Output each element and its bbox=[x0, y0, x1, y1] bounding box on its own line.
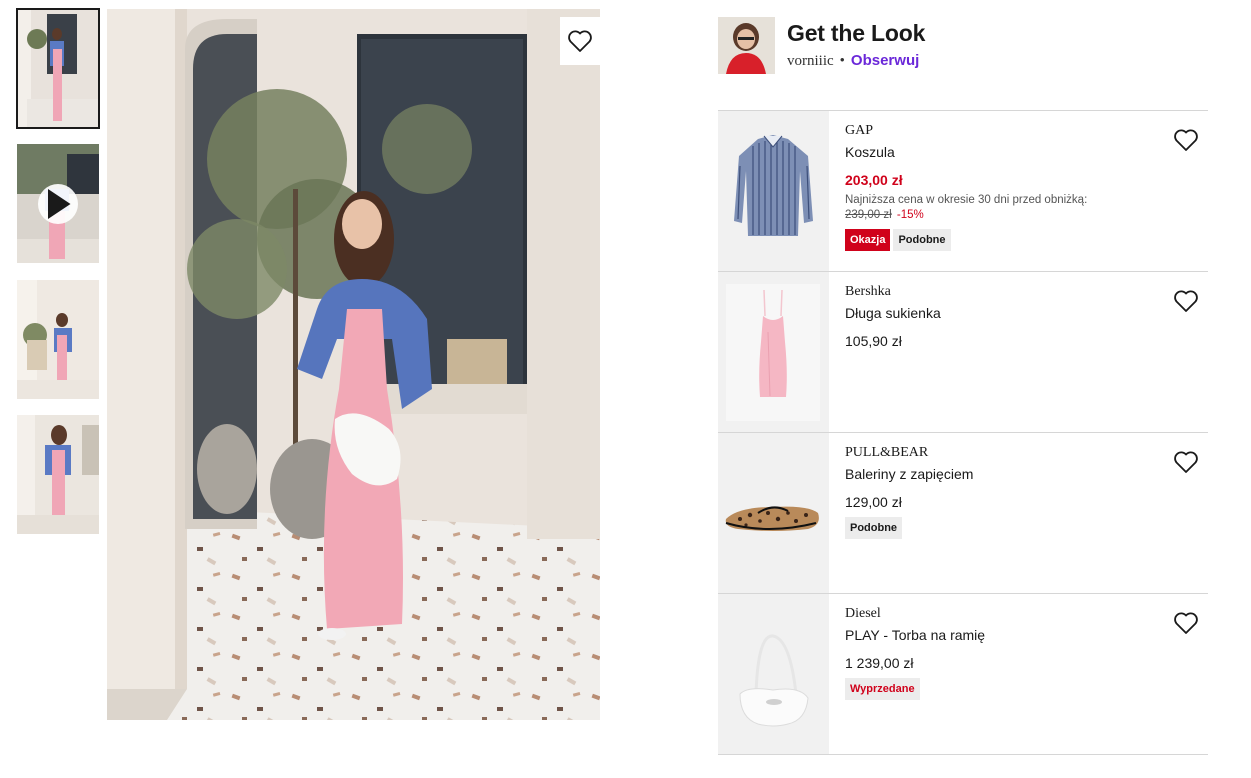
look-title: Get the Look bbox=[787, 20, 926, 46]
main-wishlist-button[interactable] bbox=[560, 17, 600, 65]
product-name[interactable]: Koszula bbox=[845, 143, 1145, 161]
old-price: 239,00 zł bbox=[845, 209, 892, 221]
separator-dot: • bbox=[839, 53, 845, 69]
thumbnail-2-video[interactable] bbox=[17, 144, 99, 263]
product-card: GAP Koszula 203,00 zł Najniższa cena w o… bbox=[718, 111, 1208, 272]
product-info: GAP Koszula 203,00 zł Najniższa cena w o… bbox=[845, 122, 1145, 251]
pink-dress-image bbox=[718, 272, 829, 432]
avatar-image bbox=[718, 17, 775, 74]
leopard-flats-image bbox=[718, 433, 829, 593]
product-list: GAP Koszula 203,00 zł Najniższa cena w o… bbox=[718, 110, 1208, 755]
product-price: 1 239,00 zł bbox=[845, 655, 914, 671]
product-image[interactable] bbox=[718, 433, 829, 593]
okazja-badge: Okazja bbox=[845, 229, 891, 251]
play-button[interactable] bbox=[38, 184, 78, 224]
lowest-price-note: Najniższa cena w okresie 30 dni przed ob… bbox=[845, 194, 1088, 206]
product-name[interactable]: PLAY - Torba na ramię bbox=[845, 626, 1145, 644]
similar-button[interactable]: Podobne bbox=[893, 229, 951, 251]
heart-outline-icon bbox=[1174, 451, 1198, 473]
product-card: Diesel PLAY - Torba na ramię 1 239,00 zł… bbox=[718, 594, 1208, 755]
product-brand[interactable]: PULL&BEAR bbox=[845, 444, 1145, 462]
main-photo[interactable] bbox=[107, 9, 600, 720]
main-photo-image bbox=[107, 9, 600, 720]
wishlist-button[interactable] bbox=[1172, 287, 1200, 315]
wishlist-button[interactable] bbox=[1172, 126, 1200, 154]
look-header: Get the Look vorniiic • Obserwuj bbox=[718, 17, 1208, 75]
badge-row: Okazja Podobne bbox=[845, 229, 1145, 251]
product-brand[interactable]: Diesel bbox=[845, 605, 1145, 623]
thumbnail-1[interactable] bbox=[16, 8, 100, 129]
thumbnail-4[interactable] bbox=[17, 415, 99, 534]
thumbnail-3-image bbox=[17, 280, 99, 399]
white-shoulder-bag-image bbox=[718, 594, 829, 754]
look-meta: vorniiic • Obserwuj bbox=[787, 52, 919, 70]
product-info: Bershka Długa sukienka 105,90 zł bbox=[845, 283, 1145, 350]
product-image[interactable] bbox=[718, 272, 829, 432]
similar-button[interactable]: Podobne bbox=[845, 517, 903, 539]
play-icon bbox=[48, 189, 71, 219]
product-name[interactable]: Baleriny z zapięciem bbox=[845, 465, 1145, 483]
heart-outline-icon bbox=[568, 30, 592, 52]
product-info: Diesel PLAY - Torba na ramię 1 239,00 zł… bbox=[845, 605, 1145, 700]
product-image[interactable] bbox=[718, 594, 829, 754]
avatar[interactable] bbox=[718, 17, 775, 74]
thumbnail-3[interactable] bbox=[17, 280, 99, 399]
heart-outline-icon bbox=[1174, 290, 1198, 312]
badge-row: Wyprzedane bbox=[845, 678, 1145, 700]
product-card: Bershka Długa sukienka 105,90 zł bbox=[718, 272, 1208, 433]
old-price-row: 239,00 zł -15% bbox=[845, 208, 1145, 223]
follow-button[interactable]: Obserwuj bbox=[851, 52, 919, 69]
product-brand[interactable]: Bershka bbox=[845, 283, 1145, 301]
wishlist-button[interactable] bbox=[1172, 448, 1200, 476]
product-image[interactable] bbox=[718, 111, 829, 271]
thumbnail-1-image bbox=[17, 9, 99, 128]
product-price: 203,00 zł bbox=[845, 172, 903, 188]
product-brand[interactable]: GAP bbox=[845, 122, 1145, 140]
wishlist-button[interactable] bbox=[1172, 609, 1200, 637]
product-card: PULL&BEAR Baleriny z zapięciem 129,00 zł… bbox=[718, 433, 1208, 594]
product-price: 129,00 zł bbox=[845, 494, 902, 510]
heart-outline-icon bbox=[1174, 129, 1198, 151]
thumbnail-4-image bbox=[17, 415, 99, 534]
product-price: 105,90 zł bbox=[845, 333, 902, 349]
badge-row: Podobne bbox=[845, 517, 1145, 539]
product-info: PULL&BEAR Baleriny z zapięciem 129,00 zł… bbox=[845, 444, 1145, 539]
striped-shirt-image bbox=[718, 111, 829, 271]
heart-outline-icon bbox=[1174, 612, 1198, 634]
discount-percent: -15% bbox=[896, 209, 924, 221]
sold-out-badge: Wyprzedane bbox=[845, 678, 920, 700]
product-name[interactable]: Długa sukienka bbox=[845, 304, 1145, 322]
username[interactable]: vorniiic bbox=[787, 53, 834, 69]
